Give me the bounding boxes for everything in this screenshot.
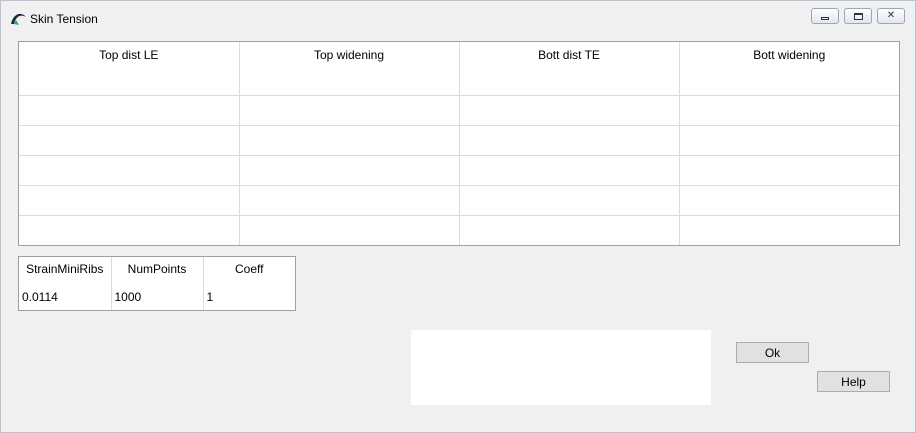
table-cell[interactable]: [679, 125, 899, 156]
maximize-button[interactable]: [844, 8, 872, 24]
table-row: 0.0114 1000 1: [19, 284, 295, 310]
maximize-icon: [853, 12, 863, 20]
table-row: [19, 155, 899, 186]
coeff-cell[interactable]: 1: [203, 284, 295, 310]
table-cell[interactable]: [679, 155, 899, 186]
close-icon: ✕: [886, 10, 896, 21]
column-header-top-dist-le[interactable]: Top dist LE: [19, 42, 240, 96]
strain-mini-ribs-cell[interactable]: 0.0114: [19, 284, 112, 310]
table-cell[interactable]: [459, 185, 680, 216]
table-row: [19, 215, 899, 245]
table-cell[interactable]: [679, 215, 899, 245]
skin-tension-table: Top dist LE Top widening Bott dist TE Bo…: [18, 41, 900, 246]
close-button[interactable]: ✕: [877, 8, 905, 24]
preview-panel: [411, 330, 711, 405]
table-row: [19, 185, 899, 216]
column-header-top-widening[interactable]: Top widening: [239, 42, 460, 96]
num-points-cell[interactable]: 1000: [111, 284, 204, 310]
minimize-button[interactable]: [811, 8, 839, 24]
minimize-icon: [821, 16, 829, 20]
table-cell[interactable]: [239, 125, 460, 156]
table-cell[interactable]: [239, 185, 460, 216]
table-cell[interactable]: [19, 125, 240, 156]
help-button[interactable]: Help: [817, 371, 890, 392]
table-cell[interactable]: [459, 95, 680, 126]
table-cell[interactable]: [679, 185, 899, 216]
column-header-strain-mini-ribs[interactable]: StrainMiniRibs: [19, 257, 112, 284]
skin-tension-window: Skin Tension ✕ Top dist LE Top widening …: [0, 0, 916, 433]
table-cell[interactable]: [459, 155, 680, 186]
table-cell[interactable]: [239, 215, 460, 245]
parameters-table: StrainMiniRibs NumPoints Coeff 0.0114 10…: [18, 256, 296, 311]
table-row: [19, 95, 899, 126]
table-cell[interactable]: [459, 215, 680, 245]
glider-icon: [11, 13, 26, 25]
column-header-bott-dist-te[interactable]: Bott dist TE: [459, 42, 680, 96]
table-cell[interactable]: [19, 155, 240, 186]
window-title: Skin Tension: [30, 12, 98, 26]
table-cell[interactable]: [239, 95, 460, 126]
table-cell[interactable]: [19, 95, 240, 126]
table-row: [19, 125, 899, 156]
column-header-bott-widening[interactable]: Bott widening: [679, 42, 899, 96]
ok-button[interactable]: Ok: [736, 342, 809, 363]
column-header-num-points[interactable]: NumPoints: [111, 257, 204, 284]
table-cell[interactable]: [19, 185, 240, 216]
table-cell[interactable]: [19, 215, 240, 245]
table-cell[interactable]: [679, 95, 899, 126]
title-bar[interactable]: Skin Tension ✕: [1, 1, 915, 32]
table-cell[interactable]: [239, 155, 460, 186]
table-cell[interactable]: [459, 125, 680, 156]
column-header-coeff[interactable]: Coeff: [203, 257, 295, 284]
